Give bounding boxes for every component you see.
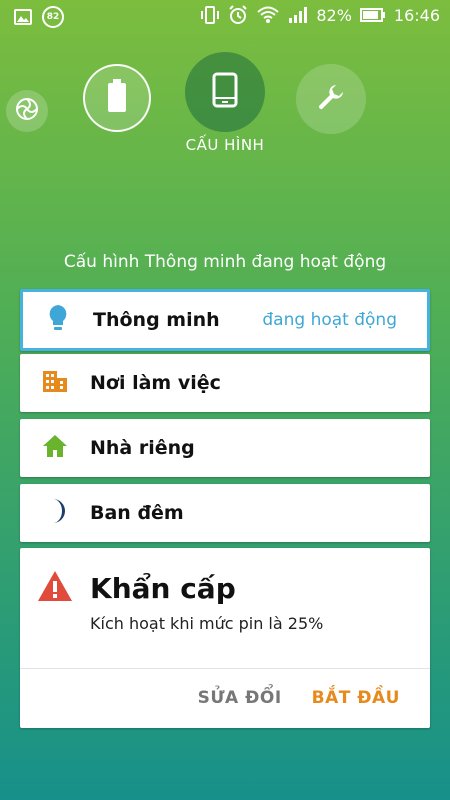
- warning-icon: [37, 570, 73, 606]
- profile-home[interactable]: Nhà riêng: [20, 419, 430, 477]
- phone-icon: [212, 72, 238, 112]
- profile-night[interactable]: Ban đêm: [20, 484, 430, 542]
- selected-mode-label: CẤU HÌNH: [185, 136, 265, 154]
- profile-label: Ban đêm: [90, 502, 184, 524]
- status-bar: 82 82% 16:46: [0, 0, 450, 32]
- mode-tools-button[interactable]: [296, 64, 366, 134]
- mode-selector: CẤU HÌNH: [0, 46, 450, 156]
- emergency-card: Khẩn cấp Kích hoạt khi mức pin là 25% SỬ…: [20, 548, 430, 728]
- mode-phone-button[interactable]: [185, 52, 265, 132]
- moon-icon: [45, 498, 65, 528]
- alarm-icon: [228, 5, 248, 25]
- bulb-icon: [47, 304, 69, 336]
- clock-time: 16:46: [393, 5, 440, 25]
- wrench-icon: [316, 82, 346, 116]
- home-icon: [42, 434, 68, 462]
- divider: [20, 668, 430, 669]
- profile-status-text: Cấu hình Thông minh đang hoạt động: [63, 252, 387, 272]
- image-icon: [14, 9, 32, 25]
- active-status-label: đang hoạt động: [262, 310, 397, 330]
- battery-icon: [359, 7, 386, 23]
- wifi-icon: [256, 6, 280, 24]
- mode-smart-button[interactable]: [6, 90, 48, 132]
- profile-label: Thông minh: [93, 309, 220, 331]
- emergency-subtitle: Kích hoạt khi mức pin là 25%: [90, 614, 324, 633]
- signal-icon: [288, 6, 308, 24]
- mode-battery-button[interactable]: [83, 64, 151, 132]
- profile-label: Nơi làm việc: [90, 372, 221, 394]
- notification-count-badge: 82: [42, 6, 64, 28]
- avast-smart-icon: [14, 96, 40, 126]
- profile-label: Nhà riêng: [90, 437, 195, 459]
- battery-percent: 82%: [316, 5, 352, 25]
- profile-smart[interactable]: Thông minh đang hoạt động: [20, 289, 430, 351]
- vibrate-icon: [200, 6, 220, 24]
- emergency-title: Khẩn cấp: [90, 571, 236, 605]
- battery-mode-icon: [106, 79, 128, 117]
- building-icon: [42, 369, 68, 397]
- profile-work[interactable]: Nơi làm việc: [20, 354, 430, 412]
- start-button[interactable]: BẮT ĐẦU: [312, 688, 400, 708]
- edit-button[interactable]: SỬA ĐỔI: [198, 688, 282, 708]
